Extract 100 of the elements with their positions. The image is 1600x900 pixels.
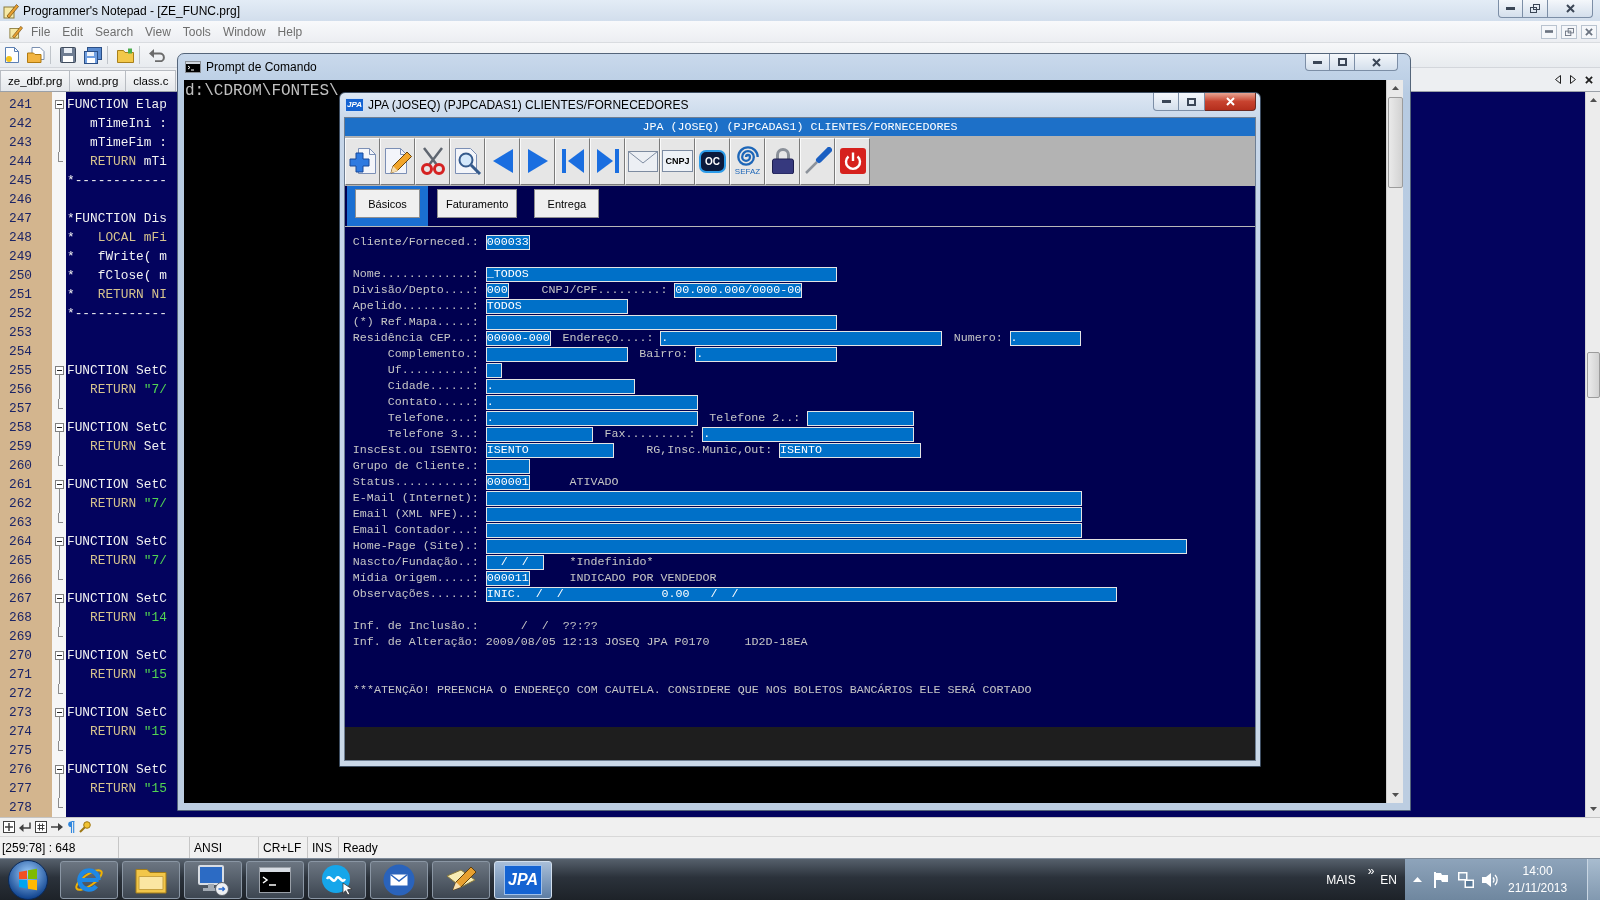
toolbar-button[interactable] — [345, 137, 380, 185]
taskbar-button[interactable] — [432, 860, 490, 899]
collapse-icon[interactable] — [54, 100, 64, 109]
input-field[interactable]: TODOS — [485, 298, 628, 314]
input-field[interactable] — [485, 346, 628, 362]
close-button[interactable] — [1581, 24, 1597, 39]
network-icon[interactable] — [1458, 871, 1474, 888]
menu-item[interactable]: View — [139, 21, 177, 42]
input-field[interactable] — [485, 426, 593, 442]
collapse-icon[interactable] — [54, 537, 64, 546]
folder-icon[interactable] — [117, 47, 134, 63]
triangle-up-icon[interactable] — [1413, 877, 1422, 882]
input-field[interactable]: . — [1009, 330, 1082, 346]
menu-item[interactable]: File — [25, 21, 57, 42]
scroll-up-icon[interactable] — [1391, 86, 1399, 90]
scrollbar[interactable] — [1386, 80, 1403, 803]
new-document-icon[interactable] — [5, 47, 19, 63]
paragraph-mark-icon[interactable] — [67, 821, 75, 833]
scroll-down-icon[interactable] — [1391, 793, 1399, 797]
minimize-button[interactable] — [1541, 24, 1557, 39]
file-tab[interactable]: wnd.prg — [70, 70, 127, 91]
collapse-icon[interactable] — [54, 594, 64, 603]
taskbar-button[interactable] — [370, 860, 428, 899]
input-field[interactable]: . — [485, 394, 698, 410]
flag-icon[interactable] — [1434, 871, 1448, 888]
tab[interactable]: Entrega — [534, 189, 600, 218]
collapse-icon[interactable] — [54, 423, 64, 432]
arrow-right-icon[interactable] — [51, 823, 63, 831]
restore-button[interactable] — [1523, 0, 1548, 18]
floppy-disks-icon[interactable] — [84, 46, 102, 64]
toolbar-button[interactable] — [800, 137, 835, 185]
grid-box-icon[interactable] — [35, 821, 47, 833]
maximize-button[interactable] — [1179, 93, 1205, 111]
input-field[interactable] — [485, 490, 1083, 506]
input-field[interactable] — [485, 538, 1188, 554]
input-field[interactable]: 000001 — [485, 474, 530, 490]
input-field[interactable]: . — [485, 410, 698, 426]
scroll-down-icon[interactable] — [1589, 807, 1597, 811]
menu-item[interactable]: Search — [89, 21, 140, 42]
input-field[interactable] — [807, 410, 914, 426]
menu-item[interactable]: Window — [216, 21, 272, 42]
input-field[interactable] — [485, 362, 502, 378]
taskbar-button[interactable] — [246, 860, 304, 899]
scrollbar[interactable] — [1585, 92, 1600, 817]
input-field[interactable]: ISENTO — [485, 442, 614, 458]
scroll-up-icon[interactable] — [1589, 98, 1597, 102]
start-button[interactable] — [8, 859, 48, 900]
menu-item[interactable]: Tools — [176, 21, 217, 42]
collapse-icon[interactable] — [54, 480, 64, 489]
toolbar-button[interactable]: CNPJ — [660, 137, 695, 185]
input-field[interactable]: / / — [485, 554, 544, 570]
scrollbar-thumb[interactable] — [1586, 352, 1600, 398]
file-tab[interactable]: class.c — [126, 70, 177, 91]
collapse-icon[interactable] — [54, 366, 64, 375]
input-field[interactable]: INIC. / / 0.00 / / — [485, 586, 1118, 602]
collapse-icon[interactable] — [54, 651, 64, 660]
open-files-icon[interactable] — [27, 47, 45, 63]
toolbar-button[interactable]: OC — [695, 137, 730, 185]
toolbar-button[interactable] — [765, 137, 800, 185]
key-icon[interactable] — [79, 821, 91, 833]
input-field[interactable]: 000033 — [485, 234, 530, 250]
input-field[interactable]: 000011 — [485, 570, 530, 586]
clock-date[interactable]: 21/11/2013 — [1508, 879, 1568, 897]
return-arrow-icon[interactable] — [19, 821, 31, 833]
maximize-button[interactable] — [1330, 54, 1355, 71]
input-field[interactable]: . — [660, 330, 943, 346]
minimize-button[interactable] — [1153, 93, 1179, 111]
toolbar-button[interactable] — [415, 137, 450, 185]
input-field[interactable]: . — [695, 346, 838, 362]
taskbar-button[interactable] — [184, 860, 242, 899]
scroll-right-icon[interactable] — [1570, 75, 1576, 84]
taskbar-button[interactable]: JPA — [494, 860, 552, 899]
minimize-button[interactable] — [1305, 54, 1330, 71]
input-field[interactable]: 000 — [485, 282, 509, 298]
toolbar-label[interactable]: MAIS — [1326, 872, 1356, 887]
toolbar-button[interactable]: SEFAZ — [730, 137, 765, 185]
input-field[interactable] — [485, 506, 1083, 522]
close-button[interactable] — [1548, 0, 1593, 18]
clock-time[interactable]: 14:00 — [1522, 862, 1553, 880]
close-button[interactable] — [1205, 93, 1256, 111]
scroll-left-icon[interactable] — [1555, 75, 1561, 84]
close-button[interactable] — [1355, 54, 1398, 71]
menu-item[interactable]: Edit — [56, 21, 90, 42]
toolbar-button[interactable] — [450, 137, 485, 185]
taskbar-button[interactable] — [122, 860, 180, 899]
input-field[interactable]: . — [702, 426, 915, 442]
taskbar-button[interactable] — [308, 860, 366, 899]
input-field[interactable]: ISENTO — [779, 442, 921, 458]
overflow-chevron[interactable]: » — [1367, 864, 1375, 878]
input-field[interactable]: 00000-000 — [485, 330, 551, 346]
undo-icon[interactable] — [149, 48, 165, 62]
menu-item[interactable]: Help — [271, 21, 309, 42]
input-field[interactable]: _TODOS — [485, 266, 838, 282]
input-field[interactable] — [485, 458, 530, 474]
input-field[interactable] — [485, 522, 1083, 538]
input-field[interactable]: 00.000.000/0000-00 — [674, 282, 803, 298]
input-field[interactable]: . — [485, 378, 635, 394]
collapse-icon[interactable] — [54, 765, 64, 774]
speaker-icon[interactable] — [1482, 872, 1498, 887]
plus-box-icon[interactable] — [3, 821, 15, 833]
